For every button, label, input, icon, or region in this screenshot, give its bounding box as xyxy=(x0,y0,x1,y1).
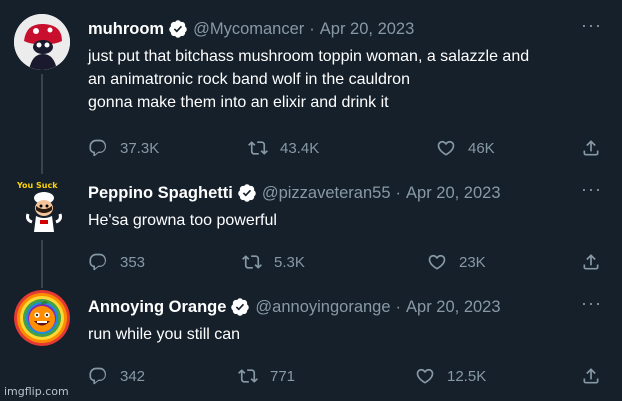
retweet-count: 771 xyxy=(270,367,296,385)
display-name[interactable]: muhroom xyxy=(88,20,164,39)
tweet-date[interactable]: Apr 20, 2023 xyxy=(320,20,415,39)
like-button[interactable]: 46K xyxy=(436,136,495,160)
separator-dot: · xyxy=(395,297,402,316)
user-handle[interactable]: @Mycomancer xyxy=(193,20,304,39)
display-name[interactable]: Peppino Spaghetti xyxy=(88,184,233,203)
tweet-text-line: run while you still can xyxy=(88,326,241,343)
share-icon xyxy=(583,254,599,270)
reply-count: 342 xyxy=(120,367,146,385)
peppino-chef-avatar[interactable]: You Suck xyxy=(14,176,70,232)
retweet-button[interactable]: 5.3K xyxy=(242,250,305,274)
mushroom-character-avatar[interactable] xyxy=(14,14,70,70)
reply-button[interactable]: 342 xyxy=(88,364,145,388)
retweet-button[interactable]: 771 xyxy=(238,364,295,388)
tweet-header: Peppino Spaghetti @pizzaveteran55 · Apr … xyxy=(88,180,602,204)
watermark: imgflip.com xyxy=(4,385,69,398)
tweet-text-line: He'sa growna too powerful xyxy=(88,212,277,229)
reply-icon xyxy=(89,253,107,271)
more-options-icon[interactable]: ··· xyxy=(581,180,602,198)
separator-dot: · xyxy=(395,183,402,202)
retweet-count: 43.4K xyxy=(280,139,320,157)
tweet-actions: 342 771 12.5K xyxy=(88,364,608,388)
retweet-icon xyxy=(242,255,262,269)
user-handle[interactable]: @pizzaveteran55 xyxy=(262,184,391,203)
retweet-button[interactable]: 43.4K xyxy=(248,136,319,160)
share-icon xyxy=(583,368,599,384)
tweet[interactable]: You Suck Peppino Spaghetti @pizzaveteran… xyxy=(0,170,622,284)
tweet-text-line: just put that bitchass mushroom toppin w… xyxy=(88,48,530,65)
share-icon xyxy=(583,140,599,156)
reply-count: 37.3K xyxy=(120,139,160,157)
tweet-date[interactable]: Apr 20, 2023 xyxy=(406,184,501,203)
share-button[interactable] xyxy=(581,364,613,388)
tweet-actions: 37.3K 43.4K 46K xyxy=(88,136,608,160)
tweet[interactable]: muhroom @Mycomancer · Apr 20, 2023 ··· j… xyxy=(0,0,622,170)
like-count: 23K xyxy=(459,253,486,271)
reply-button[interactable]: 353 xyxy=(88,250,145,274)
tweet-text: run while you still can xyxy=(88,323,602,346)
reply-button[interactable]: 37.3K xyxy=(88,136,159,160)
tweet-date[interactable]: Apr 20, 2023 xyxy=(406,298,501,317)
like-button[interactable]: 23K xyxy=(427,250,486,274)
more-options-icon[interactable]: ··· xyxy=(581,294,602,312)
annoying-orange-avatar-icon xyxy=(14,290,70,346)
verified-badge-icon xyxy=(238,184,256,202)
share-button[interactable] xyxy=(581,136,613,160)
tweet-text: just put that bitchass mushroom toppin w… xyxy=(88,45,602,114)
heart-icon xyxy=(416,368,434,384)
tweet-text-line: an animatronic rock band wolf in the cau… xyxy=(88,71,410,88)
avatar-caption: You Suck xyxy=(16,181,58,190)
share-button[interactable] xyxy=(581,250,613,274)
display-name[interactable]: Annoying Orange xyxy=(88,298,226,317)
heart-icon xyxy=(428,254,446,270)
reply-icon xyxy=(89,139,107,157)
reply-icon xyxy=(89,367,107,385)
peppino-avatar-icon: You Suck xyxy=(14,176,70,232)
user-handle[interactable]: @annoyingorange xyxy=(255,298,390,317)
verified-badge-icon xyxy=(169,20,187,38)
tweet-text: He'sa growna too powerful xyxy=(88,209,602,232)
like-button[interactable]: 12.5K xyxy=(415,364,486,388)
tweet-actions: 353 5.3K 23K xyxy=(88,250,608,274)
retweet-icon xyxy=(238,369,258,383)
verified-badge-icon xyxy=(231,298,250,316)
reply-count: 353 xyxy=(120,253,146,271)
retweet-count: 5.3K xyxy=(274,253,305,271)
tweet-header: muhroom @Mycomancer · Apr 20, 2023 ··· xyxy=(88,16,602,40)
tweet-text-line: gonna make them into an elixir and drink… xyxy=(88,94,389,111)
like-count: 46K xyxy=(468,139,495,157)
mushroom-avatar-icon xyxy=(14,14,70,70)
tweet-header: Annoying Orange @annoyingorange · Apr 20… xyxy=(88,294,602,318)
heart-icon xyxy=(437,140,455,156)
annoying-orange-rainbow-avatar[interactable] xyxy=(14,290,70,346)
tweet[interactable]: Annoying Orange @annoyingorange · Apr 20… xyxy=(0,284,622,401)
more-options-icon[interactable]: ··· xyxy=(581,16,602,34)
separator-dot: · xyxy=(309,19,315,38)
tweet-thread: muhroom @Mycomancer · Apr 20, 2023 ··· j… xyxy=(0,0,622,401)
like-count: 12.5K xyxy=(447,367,487,385)
retweet-icon xyxy=(248,141,268,155)
